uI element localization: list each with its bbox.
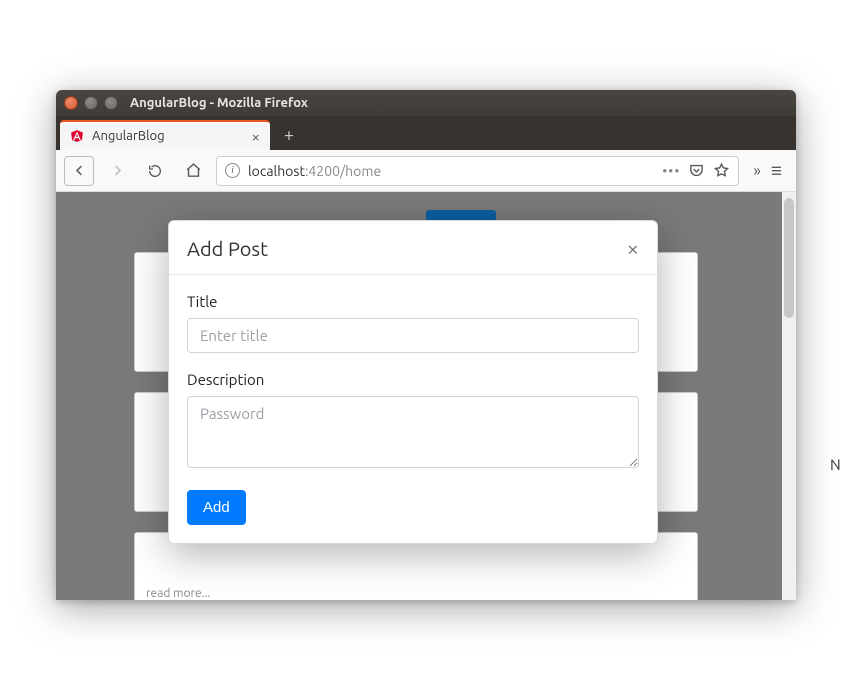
read-more-link[interactable]: read more... xyxy=(146,587,211,600)
angular-icon xyxy=(70,129,84,143)
tab-close-icon[interactable]: × xyxy=(252,128,260,145)
title-label: Title xyxy=(187,293,639,310)
description-textarea[interactable] xyxy=(187,396,639,468)
url-host: localhost xyxy=(248,163,305,179)
new-tab-button[interactable]: + xyxy=(274,120,304,150)
scrollbar-thumb[interactable] xyxy=(784,198,794,318)
back-button[interactable] xyxy=(64,156,94,186)
window-maximize-button[interactable] xyxy=(104,96,118,110)
reload-button[interactable] xyxy=(140,156,170,186)
menu-icon[interactable]: ≡ xyxy=(771,159,782,183)
browser-window: AngularBlog - Mozilla Firefox AngularBlo… xyxy=(56,90,796,600)
bookmark-star-icon[interactable] xyxy=(713,162,730,179)
vertical-scrollbar[interactable] xyxy=(782,192,796,600)
tab-title: AngularBlog xyxy=(92,129,244,143)
description-label: Description xyxy=(187,371,639,388)
window-minimize-button[interactable] xyxy=(84,96,98,110)
browser-tab-active[interactable]: AngularBlog × xyxy=(60,120,270,150)
add-button[interactable]: Add xyxy=(187,490,246,525)
modal-header: Add Post × xyxy=(169,221,657,275)
modal-title: Add Post xyxy=(187,237,627,260)
window-title: AngularBlog - Mozilla Firefox xyxy=(130,96,308,110)
url-text: localhost:4200/home xyxy=(248,163,381,179)
window-close-button[interactable] xyxy=(64,96,78,110)
modal-close-icon[interactable]: × xyxy=(627,238,639,260)
os-titlebar: AngularBlog - Mozilla Firefox xyxy=(56,90,796,116)
title-input[interactable] xyxy=(187,318,639,353)
home-button[interactable] xyxy=(178,156,208,186)
tab-strip: AngularBlog × + xyxy=(56,116,796,150)
page-viewport: read more... Add Post × Title Descriptio… xyxy=(56,192,796,600)
browser-toolbar: i localhost:4200/home ••• » ≡ xyxy=(56,150,796,192)
stray-letter: N xyxy=(830,456,841,473)
address-bar[interactable]: i localhost:4200/home ••• xyxy=(216,156,739,186)
pocket-icon[interactable] xyxy=(688,162,705,179)
site-info-icon[interactable]: i xyxy=(225,163,240,178)
overflow-icon[interactable]: » xyxy=(753,162,761,180)
forward-button[interactable] xyxy=(102,156,132,186)
url-rest: :4200/home xyxy=(305,163,381,179)
form-group-description: Description xyxy=(187,371,639,472)
modal-body: Title Description Add xyxy=(169,275,657,543)
page-actions-icon[interactable]: ••• xyxy=(662,163,680,179)
toolbar-right: » ≡ xyxy=(747,159,788,183)
form-group-title: Title xyxy=(187,293,639,353)
add-post-modal: Add Post × Title Description Add xyxy=(168,220,658,544)
